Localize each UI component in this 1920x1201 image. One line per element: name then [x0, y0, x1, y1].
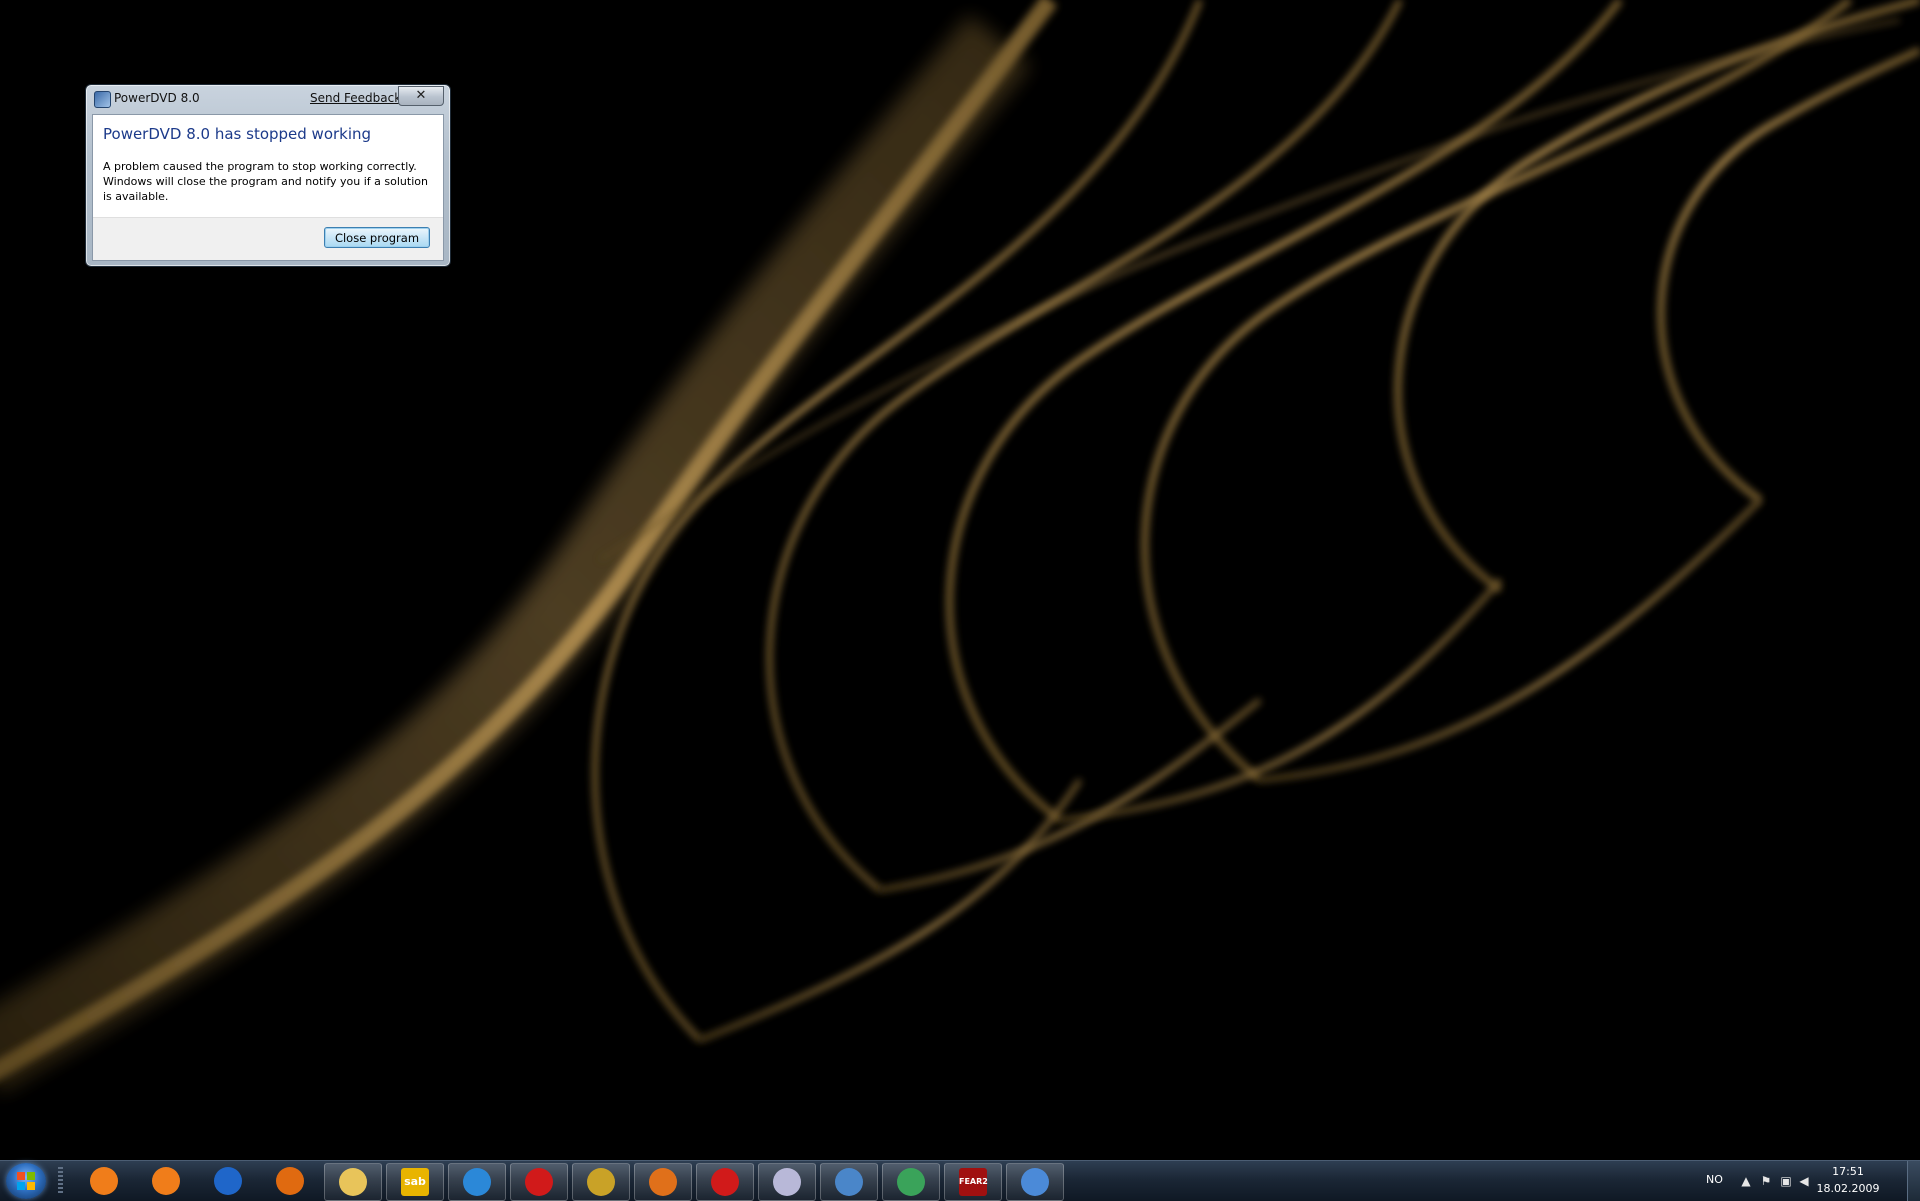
folder-icon	[339, 1168, 367, 1196]
media-player-icon	[152, 1167, 180, 1195]
clock-time[interactable]: 17:51	[1810, 1165, 1886, 1178]
info-shield-icon	[276, 1167, 304, 1195]
taskbar-grip[interactable]	[58, 1167, 63, 1195]
media-center-icon	[90, 1167, 118, 1195]
firefox-fox-icon	[649, 1168, 677, 1196]
taskbar-button-media-player[interactable]	[138, 1163, 194, 1199]
messenger-icon	[897, 1168, 925, 1196]
taskbar-button-checklist-app[interactable]	[1006, 1163, 1064, 1201]
taskbar-button-opera[interactable]	[510, 1163, 568, 1201]
taskbar-button-fear2-game[interactable]: FEAR2	[944, 1163, 1002, 1201]
internet-explorer-icon	[463, 1168, 491, 1196]
taskbar-button-dvd-disc[interactable]	[758, 1163, 816, 1201]
dialog-titlebar[interactable]: PowerDVD 8.0 Send Feedback ✕	[86, 85, 450, 113]
taskbar-button-audio-app[interactable]	[572, 1163, 630, 1201]
powerdvd-app-icon	[94, 91, 111, 108]
start-button[interactable]	[6, 1163, 46, 1199]
dvd-disc-icon	[773, 1168, 801, 1196]
taskbar: sab FEAR2 NO ▲ ⚑ ▣ ◀ 17:51 18.02.2009	[0, 1160, 1920, 1201]
error-dialog: PowerDVD 8.0 Send Feedback ✕ PowerDVD 8.…	[85, 84, 451, 267]
taskbar-button-firefox-fox[interactable]	[634, 1163, 692, 1201]
opera-icon	[525, 1168, 553, 1196]
taskbar-button-folder[interactable]	[324, 1163, 382, 1201]
dialog-heading: PowerDVD 8.0 has stopped working	[103, 125, 372, 143]
checklist-app-icon	[1021, 1168, 1049, 1196]
x-app-icon	[711, 1168, 739, 1196]
dialog-footer: Close program	[93, 217, 443, 260]
taskbar-button-x-app[interactable]	[696, 1163, 754, 1201]
taskbar-button-info-shield[interactable]	[262, 1163, 318, 1199]
monitor-app-icon	[835, 1168, 863, 1196]
taskbar-button-media-center[interactable]	[76, 1163, 132, 1199]
close-icon[interactable]: ✕	[398, 86, 444, 106]
network-icon[interactable]: ▣	[1778, 1173, 1794, 1189]
windows-logo-icon	[17, 1172, 35, 1190]
taskbar-button-monitor-app[interactable]	[820, 1163, 878, 1201]
language-indicator[interactable]: NO	[1706, 1173, 1723, 1186]
close-program-button[interactable]: Close program	[324, 227, 430, 248]
taskbar-button-messenger[interactable]	[882, 1163, 940, 1201]
dialog-message: A problem caused the program to stop wor…	[103, 160, 428, 203]
show-desktop-button[interactable]	[1907, 1161, 1920, 1201]
sabnzbd-icon: sab	[401, 1168, 429, 1196]
taskbar-button-network-center[interactable]	[200, 1163, 256, 1199]
network-center-icon	[214, 1167, 242, 1195]
send-feedback-link[interactable]: Send Feedback	[310, 91, 401, 105]
clock-date[interactable]: 18.02.2009	[1810, 1182, 1886, 1195]
system-tray: NO ▲ ⚑ ▣ ◀ 17:51 18.02.2009	[1680, 1161, 1920, 1201]
taskbar-button-internet-explorer[interactable]	[448, 1163, 506, 1201]
audio-app-icon	[587, 1168, 615, 1196]
taskbar-button-sabnzbd[interactable]: sab	[386, 1163, 444, 1201]
show-hidden-icons-icon[interactable]: ▲	[1738, 1173, 1754, 1189]
dialog-title: PowerDVD 8.0	[114, 91, 200, 105]
action-center-flag-icon[interactable]: ⚑	[1758, 1173, 1774, 1189]
dialog-content: PowerDVD 8.0 has stopped working A probl…	[92, 114, 444, 261]
desktop: PowerDVD 8.0 Send Feedback ✕ PowerDVD 8.…	[0, 0, 1920, 1160]
fear2-game-icon: FEAR2	[959, 1168, 988, 1196]
